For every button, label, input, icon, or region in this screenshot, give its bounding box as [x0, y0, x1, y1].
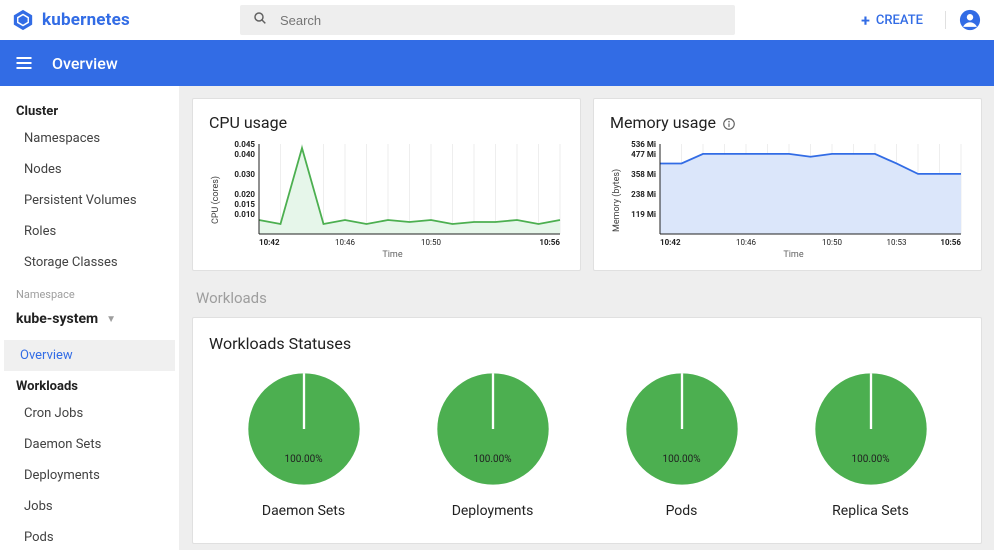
svg-text:0.020: 0.020 [234, 190, 255, 199]
svg-text:10:46: 10:46 [736, 238, 756, 247]
svg-text:10:42: 10:42 [259, 238, 280, 247]
svg-text:0.045: 0.045 [234, 140, 255, 149]
status-donut-pct: 100.00% [246, 454, 362, 465]
svg-text:10:53: 10:53 [887, 238, 907, 247]
section-workloads-label: Workloads [196, 289, 978, 307]
sidebar-item-deployments[interactable]: Deployments [0, 460, 179, 491]
sidebar-heading-namespace: Namespace [0, 278, 179, 303]
search-icon [252, 10, 268, 30]
sidebar-item-roles[interactable]: Roles [0, 216, 179, 247]
search-box[interactable] [240, 5, 735, 35]
svg-text:10:56: 10:56 [539, 238, 560, 247]
create-button-label: CREATE [876, 13, 923, 28]
svg-text:10:50: 10:50 [421, 238, 441, 247]
sidebar-heading-workloads: Workloads [0, 371, 179, 398]
search-input[interactable] [280, 13, 723, 28]
main-content: CPU usage CPU (cores) 0.0100.0150.0200.0… [180, 86, 994, 550]
svg-text:0.040: 0.040 [234, 150, 255, 159]
memory-usage-chart: 119 Mi 238 Mi 358 Mi 477 Mi536 Mi 10:42 10:46… [622, 140, 965, 250]
cpu-usage-ylabel: CPU (cores) [209, 140, 221, 260]
status-donut-label: Deployments [452, 503, 534, 519]
status-donut-pct: 100.00% [624, 454, 740, 465]
brand: kubernetes [12, 9, 130, 31]
sidebar-item-namespaces[interactable]: Namespaces [0, 123, 179, 154]
cpu-usage-xlabel: Time [221, 250, 564, 260]
svg-text:0.015: 0.015 [234, 200, 255, 209]
namespace-select-value: kube-system [16, 311, 98, 327]
sidebar-item-persistent-volumes[interactable]: Persistent Volumes [0, 185, 179, 216]
status-donut-pct: 100.00% [435, 454, 551, 465]
sidebar-item-jobs[interactable]: Jobs [0, 491, 179, 522]
sidebar-item-overview[interactable]: Overview [4, 340, 175, 371]
page-header: Overview [0, 40, 994, 86]
sidebar-item-storage-classes[interactable]: Storage Classes [0, 247, 179, 278]
status-donut-pct: 100.00% [813, 454, 929, 465]
cpu-usage-card: CPU usage CPU (cores) 0.0100.0150.0200.0… [192, 98, 581, 271]
workload-status-item: 100.00% Pods [624, 371, 740, 519]
cpu-usage-chart: 0.0100.0150.020 0.030 0.0400.045 10:42 10:46… [221, 140, 564, 250]
sidebar-item-cron-jobs[interactable]: Cron Jobs [0, 398, 179, 429]
page-title: Overview [52, 54, 118, 73]
status-donut-label: Replica Sets [832, 503, 909, 519]
svg-text:358 Mi: 358 Mi [631, 170, 656, 179]
memory-usage-ylabel: Memory (bytes) [610, 140, 622, 260]
sidebar-heading-cluster: Cluster [0, 96, 179, 123]
sidebar-item-pods[interactable]: Pods [0, 522, 179, 550]
sidebar: Cluster Namespaces Nodes Persistent Volu… [0, 86, 180, 550]
memory-usage-title: Memory usage [610, 113, 716, 132]
svg-text:0.010: 0.010 [234, 210, 255, 219]
status-donut-label: Daemon Sets [262, 503, 345, 519]
divider [945, 11, 946, 29]
menu-icon[interactable] [14, 52, 36, 74]
workloads-statuses-title: Workloads Statuses [209, 334, 965, 353]
chevron-down-icon: ▼ [106, 314, 116, 325]
workload-status-item: 100.00% Replica Sets [813, 371, 929, 519]
svg-text:10:42: 10:42 [660, 238, 681, 247]
topbar: kubernetes + CREATE [0, 0, 994, 40]
sidebar-item-daemon-sets[interactable]: Daemon Sets [0, 429, 179, 460]
svg-text:536 Mi: 536 Mi [631, 140, 656, 149]
status-donut: 100.00% [246, 371, 362, 487]
workload-status-item: 100.00% Daemon Sets [246, 371, 362, 519]
namespace-select[interactable]: kube-system ▼ [16, 305, 163, 334]
plus-icon: + [861, 11, 870, 30]
svg-text:477 Mi: 477 Mi [631, 150, 656, 159]
svg-text:0.030: 0.030 [234, 170, 255, 179]
create-button[interactable]: + CREATE [851, 11, 933, 30]
status-donut-label: Pods [666, 503, 698, 519]
svg-text:10:56: 10:56 [940, 238, 961, 247]
cpu-usage-title: CPU usage [209, 113, 564, 132]
workload-status-item: 100.00% Deployments [435, 371, 551, 519]
svg-text:238 Mi: 238 Mi [631, 190, 656, 199]
info-icon[interactable] [722, 116, 736, 130]
account-icon[interactable] [958, 8, 982, 32]
status-donut: 100.00% [624, 371, 740, 487]
memory-usage-card: Memory usage Memory (bytes) 119 Mi 238 Mi… [593, 98, 982, 271]
svg-text:119 Mi: 119 Mi [631, 210, 656, 219]
workloads-statuses-card: Workloads Statuses 100.00% Daemon Sets 1… [192, 317, 982, 544]
brand-name: kubernetes [42, 10, 130, 30]
svg-text:10:50: 10:50 [822, 238, 842, 247]
status-donut: 100.00% [435, 371, 551, 487]
memory-usage-xlabel: Time [622, 250, 965, 260]
kubernetes-logo-icon [12, 9, 34, 31]
status-donut: 100.00% [813, 371, 929, 487]
sidebar-item-nodes[interactable]: Nodes [0, 154, 179, 185]
svg-text:10:46: 10:46 [335, 238, 355, 247]
